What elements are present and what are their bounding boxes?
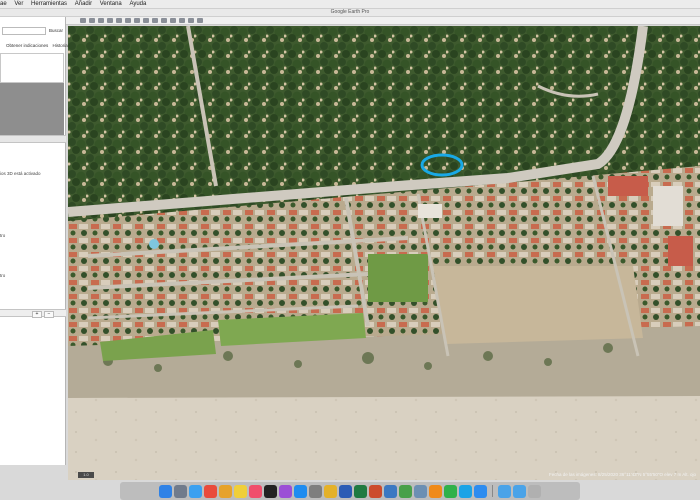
scale-indicator[interactable]: 1.0 — [78, 472, 94, 478]
podcasts-icon[interactable] — [279, 484, 292, 498]
satellite-imagery — [68, 26, 700, 480]
photos-icon[interactable] — [219, 484, 232, 498]
placemark-icon[interactable] — [89, 18, 95, 23]
view-in-maps-icon[interactable] — [197, 18, 203, 23]
googleearth-icon[interactable] — [384, 484, 397, 498]
panel-divider[interactable] — [0, 135, 66, 143]
layer-item[interactable]: ios 3D está activado — [0, 171, 41, 176]
notes-icon[interactable] — [234, 484, 247, 498]
sidebar: Buscar Obtener indicaciones Historial io… — [0, 17, 69, 465]
dock — [120, 482, 580, 500]
menu-ayuda[interactable]: Ayuda — [129, 1, 146, 7]
toolbar — [66, 17, 700, 25]
planets-icon[interactable] — [152, 18, 158, 23]
settings-icon[interactable] — [309, 484, 322, 498]
search-row: Buscar — [0, 27, 66, 37]
word-icon[interactable] — [339, 484, 352, 498]
add-button[interactable]: + — [32, 311, 42, 318]
sidebar-toggle-icon[interactable] — [80, 18, 86, 23]
zoom-icon[interactable] — [474, 484, 487, 498]
search-results[interactable] — [0, 53, 64, 83]
finder-icon[interactable] — [159, 484, 172, 498]
image-overlay-icon[interactable] — [116, 18, 122, 23]
music-icon[interactable] — [249, 484, 262, 498]
menu-anadir[interactable]: Añadir — [75, 1, 92, 7]
polygon-icon[interactable] — [98, 18, 104, 23]
map-view[interactable]: 1.0 Fecha de las imágenes: 8/25/2020 36°… — [68, 26, 700, 480]
save-image-icon[interactable] — [188, 18, 194, 23]
folder-icon[interactable] — [498, 484, 511, 498]
menu-ver[interactable]: Ver — [14, 1, 23, 7]
excel-icon[interactable] — [354, 484, 367, 498]
email-icon[interactable] — [170, 18, 176, 23]
whatsapp-icon[interactable] — [444, 484, 457, 498]
ruler-icon[interactable] — [161, 18, 167, 23]
search-button[interactable]: Buscar — [48, 27, 64, 35]
window-title-bar: Google Earth Pro — [0, 9, 700, 17]
tv-icon[interactable] — [264, 484, 277, 498]
remove-button[interactable]: − — [44, 311, 54, 318]
sunlight-icon[interactable] — [143, 18, 149, 23]
launchpad-icon[interactable] — [174, 484, 187, 498]
menu-ventana[interactable]: Ventana — [100, 1, 122, 7]
trash-icon[interactable] — [528, 484, 541, 498]
search-input[interactable] — [2, 27, 46, 35]
powerpoint-icon[interactable] — [369, 484, 382, 498]
places-panel — [0, 83, 64, 135]
window-title: Google Earth Pro — [330, 9, 370, 15]
layer-item[interactable]: tro — [0, 273, 5, 278]
maps-icon[interactable] — [399, 484, 412, 498]
preview-icon[interactable] — [414, 484, 427, 498]
historical-imagery-icon[interactable] — [134, 18, 140, 23]
layers-footer: + − — [0, 309, 66, 318]
directions-link[interactable]: Obtener indicaciones — [6, 43, 48, 48]
dock-separator — [492, 485, 493, 497]
menu-herramientas[interactable]: Herramientas — [31, 1, 67, 7]
calendar-icon[interactable] — [204, 484, 217, 498]
record-tour-icon[interactable] — [125, 18, 131, 23]
downloads-icon[interactable] — [513, 484, 526, 498]
menu-bar: ae Ver Herramientas Añadir Ventana Ayuda — [0, 0, 700, 9]
skype-icon[interactable] — [459, 484, 472, 498]
search-links: Obtener indicaciones Historial — [6, 43, 72, 48]
path-icon[interactable] — [107, 18, 113, 23]
safari-icon[interactable] — [189, 484, 202, 498]
map-status-bar: Fecha de las imágenes: 8/25/2020 36°11'4… — [548, 472, 696, 477]
vlc-icon[interactable] — [429, 484, 442, 498]
menu-archivo[interactable]: ae — [0, 1, 7, 7]
layer-item[interactable]: tro — [0, 233, 5, 238]
history-link[interactable]: Historial — [53, 43, 69, 48]
appstore-icon[interactable] — [294, 484, 307, 498]
print-icon[interactable] — [179, 18, 185, 23]
chrome-icon[interactable] — [324, 484, 337, 498]
